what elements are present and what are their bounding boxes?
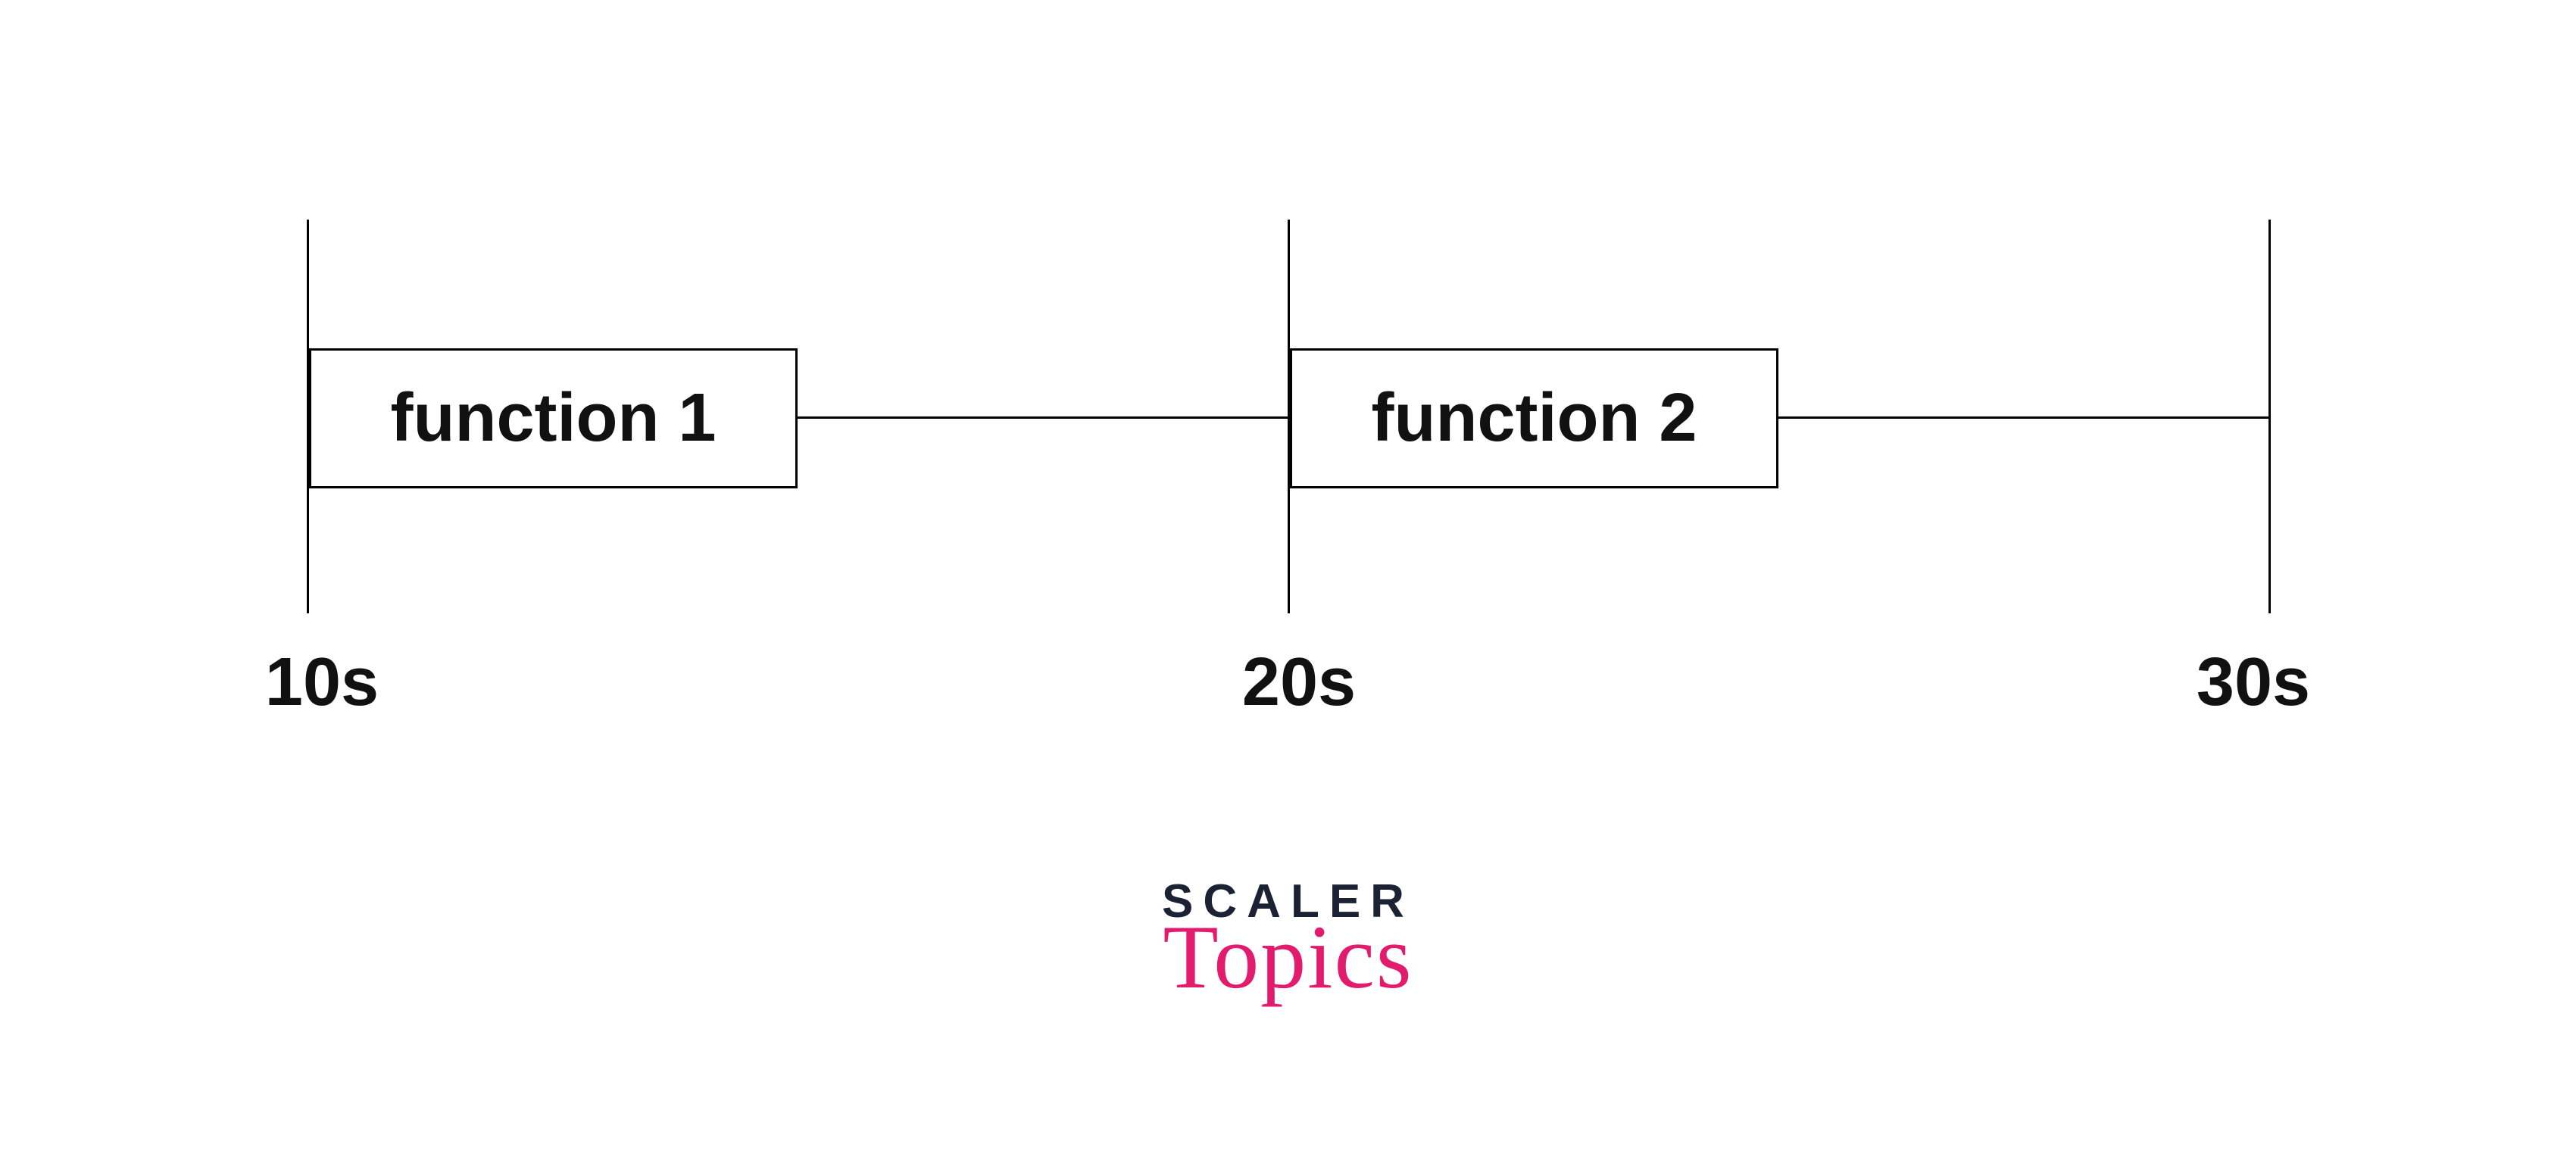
function-box-1: function 1 — [309, 348, 798, 488]
timeline: 10s 20s 30s function 1 function 2 — [307, 220, 2268, 750]
tick-label-20s: 20s — [1242, 644, 1356, 722]
axis-segment-2 — [1778, 416, 2271, 419]
function-box-2-label: function 2 — [1372, 379, 1697, 457]
tick-label-30s: 30s — [2197, 644, 2310, 722]
tick-label-10s: 10s — [265, 644, 379, 722]
function-box-2: function 2 — [1290, 348, 1778, 488]
diagram-canvas: 10s 20s 30s function 1 function 2 SCALER… — [0, 0, 2576, 1154]
function-box-1-label: function 1 — [391, 379, 717, 457]
axis-segment-1 — [798, 416, 1290, 419]
brand-logo-line2: Topics — [1162, 912, 1414, 1003]
brand-logo: SCALER Topics — [1162, 878, 1414, 1003]
